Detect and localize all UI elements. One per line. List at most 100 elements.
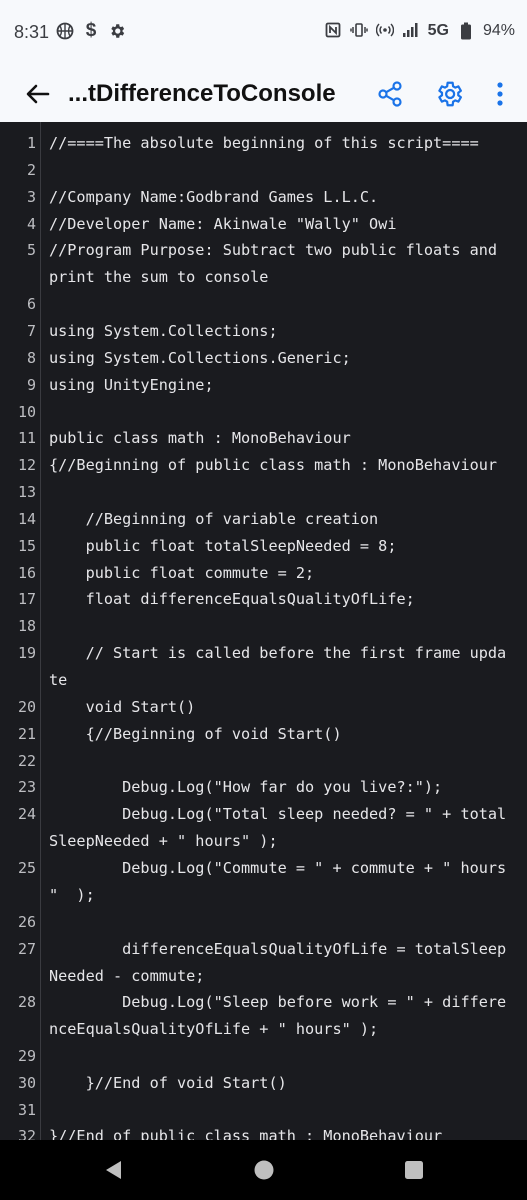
line-number: 32 — [17, 1127, 36, 1140]
arrow-left-icon — [26, 84, 50, 104]
code-text: // Start is called before the first fram… — [49, 644, 507, 690]
status-bar: 8:31 $ 5G 94% — [0, 0, 527, 66]
code-line: 21 {//Beginning of void Start() — [0, 721, 527, 748]
code-line: 19 // Start is called before the first f… — [0, 640, 527, 694]
line-number: 24 — [17, 805, 36, 824]
code-line: 27 differenceEqualsQualityOfLife = total… — [0, 936, 527, 990]
gear-icon — [108, 22, 126, 40]
code-text: void Start() — [49, 697, 196, 716]
nav-home-button[interactable] — [252, 1158, 276, 1182]
code-line: 15 public float totalSleepNeeded = 8; — [0, 533, 527, 560]
code-text: Debug.Log("Commute = " + commute + " hou… — [49, 858, 507, 904]
settings-button[interactable] — [431, 76, 467, 112]
share-button[interactable] — [372, 76, 408, 112]
code-text: Debug.Log("How far do you live?:"); — [49, 778, 443, 797]
code-line: 26 — [0, 909, 527, 936]
code-text: public float totalSleepNeeded = 8; — [49, 536, 397, 555]
line-number: 29 — [17, 1046, 36, 1065]
more-options-button[interactable] — [482, 76, 518, 112]
signal-icon — [402, 22, 420, 40]
code-line: 31 — [0, 1097, 527, 1124]
code-text: public float commute = 2; — [49, 563, 315, 582]
status-time: 8:31 — [14, 22, 50, 42]
code-text: {//Beginning of void Start() — [49, 724, 342, 743]
code-line: 23 Debug.Log("How far do you live?:"); — [0, 774, 527, 801]
code-line: 1 //====The absolute beginning of this sc… — [0, 130, 527, 157]
code-text: //Company Name:Godbrand Games L.L.C. — [49, 187, 379, 206]
file-title: ...tDifferenceToConsole — [68, 80, 336, 107]
line-number: 1 — [26, 134, 36, 152]
code-text: {//Beginning of public class math : Mono… — [49, 456, 498, 475]
line-number: 10 — [17, 402, 36, 421]
code-line: 20 void Start() — [0, 694, 527, 721]
nav-back-triangle-icon — [106, 1161, 121, 1179]
line-number: 25 — [17, 858, 36, 877]
line-number: 11 — [17, 429, 36, 448]
code-line: 3 //Company Name:Godbrand Games L.L.C. — [0, 184, 527, 211]
code-line: 24 Debug.Log("Total sleep needed? = " + … — [0, 801, 527, 855]
navigation-bar — [0, 1140, 527, 1200]
hotspot-icon — [375, 22, 394, 40]
line-number: 23 — [17, 778, 36, 797]
line-number: 20 — [17, 697, 36, 716]
nav-home-circle-icon — [254, 1160, 274, 1180]
code-text: float differenceEqualsQualityOfLife; — [49, 590, 415, 609]
code-line: 22 — [0, 748, 527, 775]
code-line: 14 //Beginning of variable creation — [0, 506, 527, 533]
line-number: 27 — [17, 939, 36, 958]
line-number: 5 — [26, 241, 36, 260]
status-right-icons: 5G 94% — [324, 22, 515, 40]
line-number: 18 — [17, 617, 36, 636]
code-editor[interactable]: 1 //====The absolute beginning of this sc… — [0, 122, 527, 1140]
line-number: 26 — [17, 912, 36, 931]
code-text: using UnityEngine; — [49, 375, 214, 394]
code-line: 29 — [0, 1043, 527, 1070]
code-line: 25 Debug.Log("Commute = " + commute + " … — [0, 855, 527, 909]
more-vertical-icon — [497, 82, 503, 106]
code-text: //====The absolute beginning of this scr… — [49, 134, 479, 152]
code-line: 7 using System.Collections; — [0, 318, 527, 345]
nfc-icon — [324, 22, 342, 40]
line-number: 8 — [26, 348, 36, 367]
code-line: 30 }//End of void Start() — [0, 1070, 527, 1097]
code-line: 28 Debug.Log("Sleep before work = " + di… — [0, 989, 527, 1043]
nav-recents-button[interactable] — [402, 1158, 426, 1182]
line-number: 21 — [17, 724, 36, 743]
line-number: 16 — [17, 563, 36, 582]
code-text: //Beginning of variable creation — [49, 509, 379, 528]
line-number: 31 — [17, 1100, 36, 1119]
basketball-icon — [56, 22, 74, 40]
code-line: 32}//End of public class math : MonoBeha… — [0, 1123, 527, 1140]
code-line: 18 — [0, 613, 527, 640]
code-text: using System.Collections.Generic; — [49, 348, 351, 367]
battery-icon — [457, 22, 475, 40]
vibrate-icon — [349, 22, 368, 40]
code-line: 6 — [0, 291, 527, 318]
dollar-icon: $ — [85, 20, 97, 41]
line-number: 15 — [17, 536, 36, 555]
gear-icon — [438, 81, 462, 107]
nav-back-button[interactable] — [102, 1158, 126, 1182]
line-number: 4 — [26, 214, 36, 233]
app-bar: ...tDifferenceToConsole — [0, 66, 527, 122]
line-number: 19 — [17, 644, 36, 663]
code-text: //Program Purpose: Subtract two public f… — [49, 241, 498, 287]
code-line: 10 — [0, 399, 527, 426]
share-icon — [378, 81, 402, 107]
code-line: 17 float differenceEqualsQualityOfLife; — [0, 586, 527, 613]
nav-recents-square-icon — [405, 1161, 423, 1179]
battery-level: 94% — [482, 22, 515, 39]
line-number: 3 — [26, 187, 36, 206]
line-number: 2 — [26, 160, 36, 179]
line-number: 7 — [26, 321, 36, 340]
code-text: public class math : MonoBehaviour — [49, 429, 351, 448]
line-number: 12 — [17, 456, 36, 475]
line-number: 30 — [17, 1073, 36, 1092]
network-type: 5G — [427, 22, 449, 39]
code-line: 8 using System.Collections.Generic; — [0, 345, 527, 372]
code-line: 9 using UnityEngine; — [0, 372, 527, 399]
line-number: 13 — [17, 483, 36, 502]
code-line: 16 public float commute = 2; — [0, 560, 527, 587]
back-button[interactable] — [20, 76, 56, 112]
code-line: 4 //Developer Name: Akinwale "Wally" Owi — [0, 211, 527, 238]
